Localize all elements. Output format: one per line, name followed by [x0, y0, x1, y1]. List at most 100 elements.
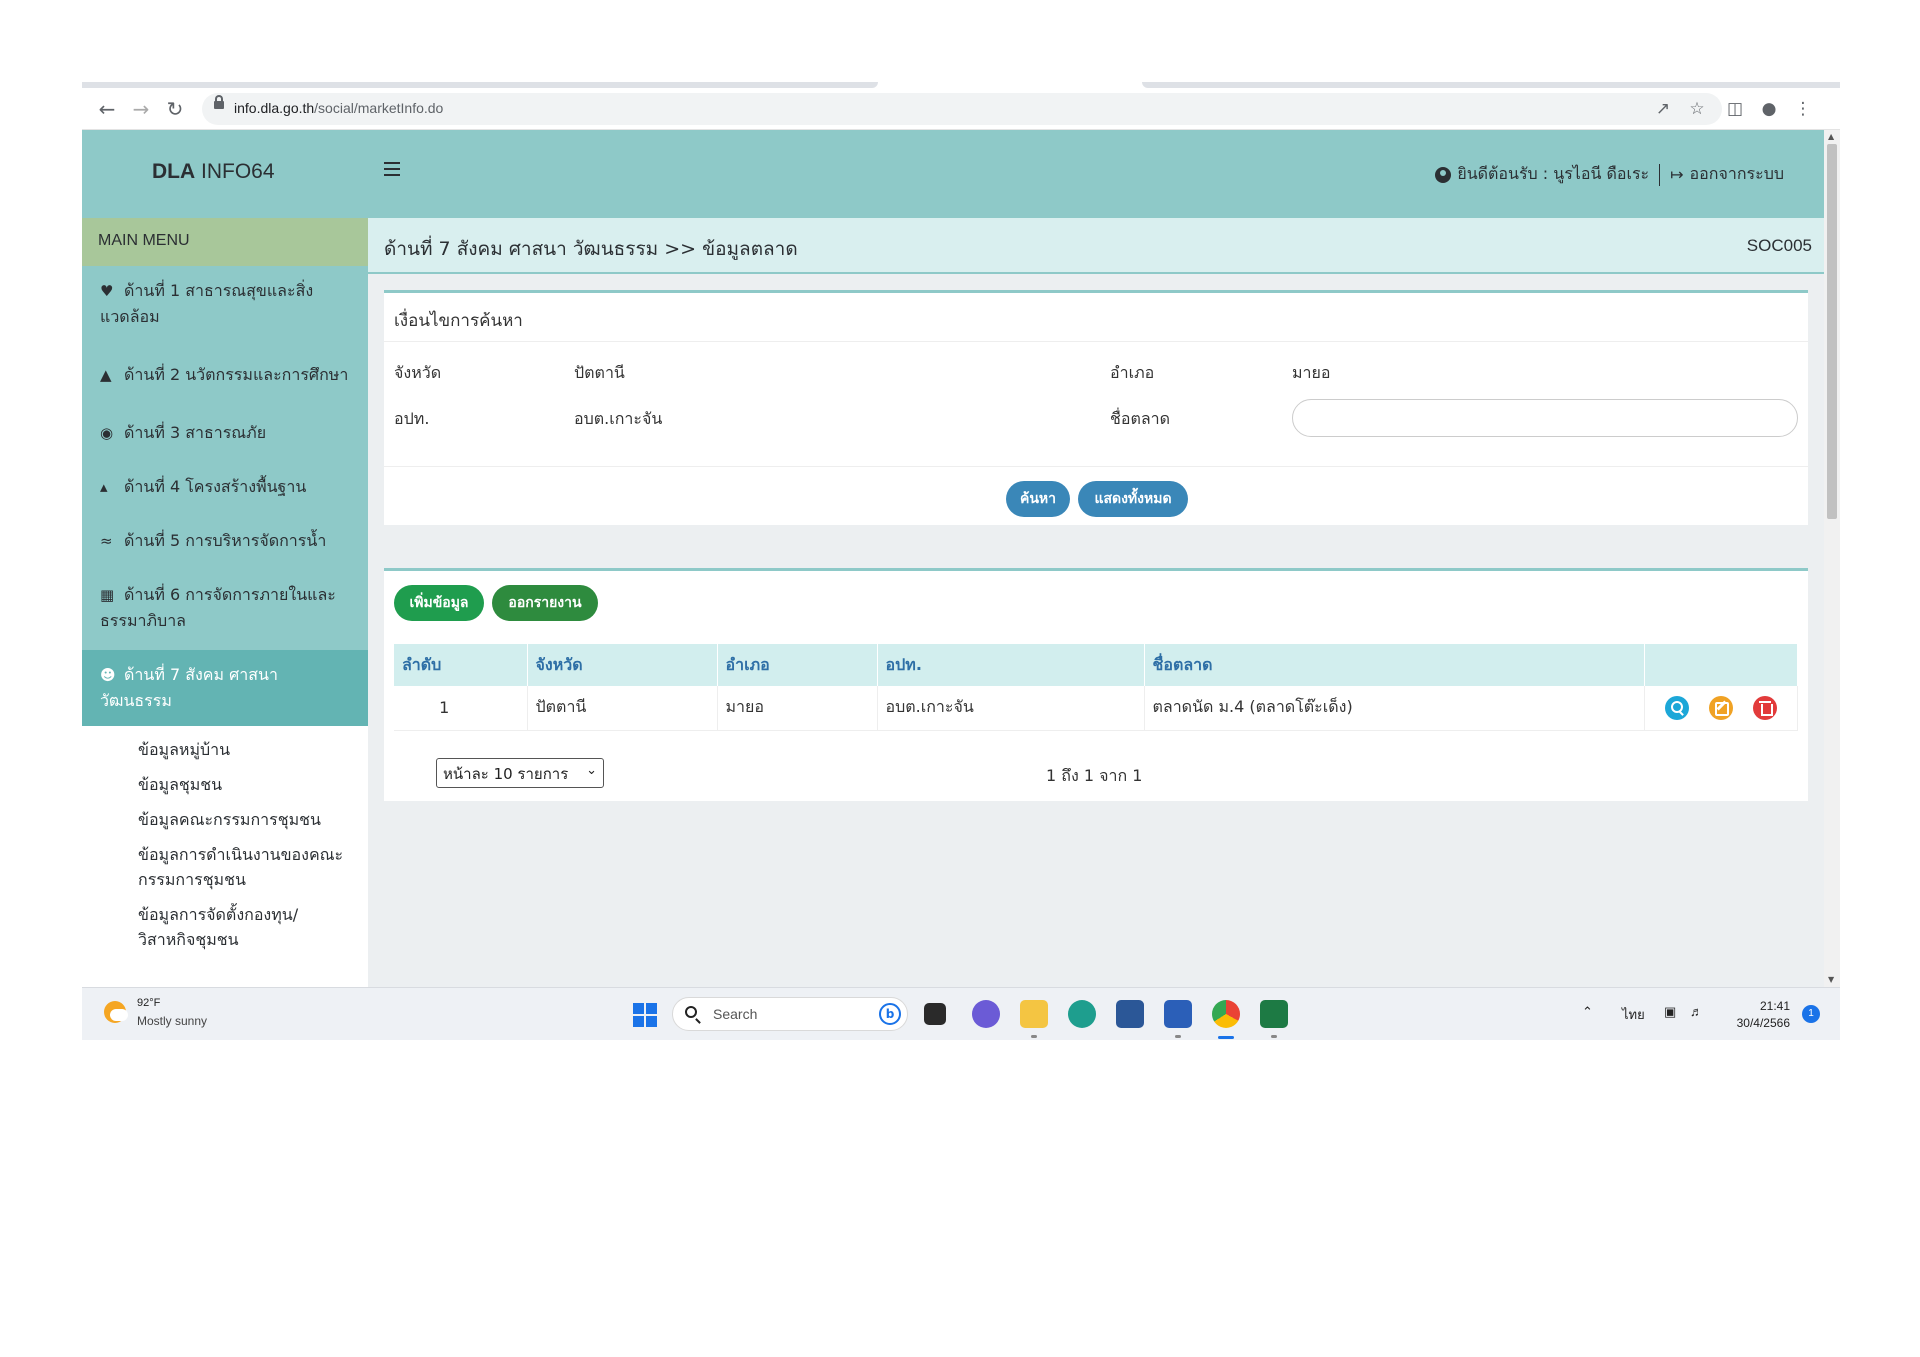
building-icon: ▦	[100, 586, 115, 604]
store-icon[interactable]	[1116, 1000, 1144, 1028]
task-view-icon[interactable]	[924, 1003, 946, 1025]
main-content: ด้านที่ 7 สังคม ศาสนา วัฒนธรรม >> ข้อมูล…	[368, 218, 1824, 987]
volume-icon[interactable]: ♬	[1690, 1004, 1703, 1019]
submenu-fund[interactable]: ข้อมูลการจัดตั้งกองทุน/วิสาหกิจชุมชน	[82, 897, 368, 957]
system-clock[interactable]: 21:41 30/4/2566	[1737, 998, 1790, 1032]
profile-icon[interactable]: ●	[1756, 96, 1782, 122]
taskbar-search[interactable]: Search b	[672, 997, 908, 1031]
sidebar-item-3[interactable]: ◉ ด้านที่ 3 สาธารณภัย	[82, 408, 368, 458]
col-header-lao[interactable]: อปท.	[877, 644, 1145, 686]
cell-market: ตลาดนัด ม.4 (ตลาดโต๊ะเด็ง)	[1144, 686, 1645, 731]
province-label: จังหวัด	[394, 363, 442, 382]
submenu-community[interactable]: ข้อมูลชุมชน	[82, 767, 368, 802]
weather-desc[interactable]: Mostly sunny	[137, 1014, 207, 1028]
reload-icon[interactable]: ↻	[162, 96, 188, 122]
col-header-province[interactable]: จังหวัด	[527, 644, 718, 686]
sidebar-submenu: ข้อมูลหมู่บ้าน ข้อมูลชุมชน ข้อมูลคณะกรรม…	[82, 726, 368, 987]
lao-value: อบต.เกาะจัน	[574, 409, 663, 428]
file-explorer-icon[interactable]	[1020, 1000, 1048, 1028]
bing-icon[interactable]: b	[879, 1003, 901, 1025]
input-language[interactable]: ไทย	[1622, 1004, 1645, 1025]
logout-icon[interactable]: ↦	[1670, 165, 1683, 184]
table-row: 1 ปัตตานี มายอ อบต.เกาะจัน ตลาดนัด ม.4 (…	[394, 686, 1798, 731]
show-all-button[interactable]: แสดงทั้งหมด	[1078, 481, 1188, 517]
url-text: info.dla.go.th/social/marketInfo.do	[234, 100, 444, 116]
back-arrow-icon[interactable]: ←	[94, 96, 120, 122]
scroll-down-icon[interactable]: ▼	[1828, 975, 1834, 984]
header-divider	[1659, 163, 1661, 186]
word-icon[interactable]	[1164, 1000, 1192, 1028]
network-icon[interactable]: ▣	[1664, 1004, 1676, 1020]
edge-icon[interactable]	[1068, 1000, 1096, 1028]
school-icon: ▲	[100, 366, 112, 384]
add-data-button[interactable]: เพิ่มข้อมูล	[394, 585, 484, 621]
scroll-up-icon[interactable]: ▲	[1828, 132, 1834, 141]
road-icon: ▴	[100, 478, 108, 496]
cell-lao: อบต.เกาะจัน	[877, 686, 1145, 731]
sidebar-item-4[interactable]: ▴ ด้านที่ 4 โครงสร้างพื้นฐาน	[82, 462, 368, 512]
brand-logo[interactable]: DLA INFO64	[152, 160, 275, 184]
market-name-input[interactable]	[1292, 399, 1798, 437]
sidebar-item-5[interactable]: ≈ ด้านที่ 5 การบริหารจัดการน้ำ	[82, 516, 368, 566]
sidebar: MAIN MENU ♥ ด้านที่ 1 สาธารณสุขและสิ่งแวด…	[82, 218, 368, 987]
scrollbar-thumb[interactable]	[1827, 144, 1837, 519]
weather-temp[interactable]: 92°F	[137, 997, 160, 1009]
search-icon	[685, 1006, 697, 1018]
search-panel-title: เงื่อนไขการค้นหา	[394, 311, 523, 331]
logout-link[interactable]: ออกจากระบบ	[1690, 162, 1784, 187]
delete-icon[interactable]	[1752, 695, 1777, 720]
page-size-select[interactable]: หน้าละ 10 รายการ ⌄	[436, 758, 604, 788]
vertical-scrollbar[interactable]: ▲ ▼	[1824, 130, 1840, 987]
search-panel: เงื่อนไขการค้นหา จังหวัด ปัตตานี อำเภอ ม…	[384, 290, 1808, 525]
result-panel: เพิ่มข้อมูล ออกรายงาน ลำดับ จังหวัด อำเภ…	[384, 568, 1808, 801]
app-open-indicator	[1175, 1035, 1181, 1038]
taskbar-search-text: Search	[713, 1006, 758, 1022]
teams-chat-icon[interactable]	[972, 1000, 1000, 1028]
lao-label: อปท.	[394, 409, 430, 428]
heartbeat-icon: ♥	[100, 282, 114, 300]
hamburger-menu-icon[interactable]	[384, 162, 400, 176]
report-button[interactable]: ออกรายงาน	[492, 585, 598, 621]
sidebar-item-7[interactable]: ☻ ด้านที่ 7 สังคม ศาสนา วัฒนธรรม	[82, 650, 368, 726]
windows-start-icon[interactable]	[633, 1003, 657, 1027]
col-header-actions	[1644, 644, 1798, 686]
page-viewport: DLA INFO64 ยินดีต้อนรับ : นูรไอนี ดือเระ…	[82, 130, 1824, 987]
forward-arrow-icon[interactable]: →	[128, 96, 154, 122]
col-header-district[interactable]: อำเภอ	[717, 644, 878, 686]
chrome-icon[interactable]	[1212, 1000, 1240, 1028]
clock-time: 21:41	[1759, 999, 1790, 1013]
col-header-no[interactable]: ลำดับ	[394, 644, 528, 686]
chevron-up-icon[interactable]: ⌃	[1582, 1004, 1593, 1020]
star-icon[interactable]: ☆	[1684, 96, 1710, 122]
sidepanel-icon[interactable]: ◫	[1722, 96, 1748, 122]
edit-icon[interactable]	[1708, 695, 1733, 720]
app-active-indicator	[1218, 1036, 1234, 1039]
cell-no: 1	[394, 686, 528, 731]
app-open-indicator	[1271, 1035, 1277, 1038]
excel-icon[interactable]	[1260, 1000, 1288, 1028]
main-menu-heading: MAIN MENU	[82, 218, 368, 266]
cell-district: มายอ	[717, 686, 878, 731]
address-bar[interactable]: info.dla.go.th/social/marketInfo.do	[202, 93, 1722, 125]
notification-badge[interactable]: 1	[1802, 1005, 1820, 1023]
search-button[interactable]: ค้นหา	[1006, 481, 1070, 517]
submenu-village[interactable]: ข้อมูลหมู่บ้าน	[82, 732, 368, 767]
page-code: SOC005	[1746, 236, 1812, 255]
panel-divider	[384, 341, 1808, 342]
province-value: ปัตตานี	[574, 363, 625, 382]
submenu-committee[interactable]: ข้อมูลคณะกรรมการชุมชน	[82, 802, 368, 837]
view-icon[interactable]	[1664, 695, 1689, 720]
sidebar-item-2[interactable]: ▲ ด้านที่ 2 นวัตกรรมและการศึกษา	[82, 350, 368, 400]
sidebar-item-6[interactable]: ▦ ด้านที่ 6 การจัดการภายในและธรรมาภิบาล	[82, 570, 368, 646]
district-value: มายอ	[1292, 363, 1331, 382]
user-circle-icon	[1435, 166, 1452, 183]
weather-sun-icon[interactable]	[104, 1001, 128, 1023]
col-header-market[interactable]: ชื่อตลาด	[1144, 644, 1645, 686]
submenu-committee-operation[interactable]: ข้อมูลการดำเนินงานของคณะกรรมการชุมชน	[82, 837, 368, 897]
kebab-menu-icon[interactable]: ⋮	[1790, 96, 1816, 122]
panel-divider	[384, 466, 1808, 467]
lock-icon	[214, 95, 224, 109]
sidebar-item-1[interactable]: ♥ ด้านที่ 1 สาธารณสุขและสิ่งแวดล้อม	[82, 266, 368, 342]
cell-actions	[1644, 686, 1798, 731]
share-icon[interactable]: ↗	[1650, 96, 1676, 122]
